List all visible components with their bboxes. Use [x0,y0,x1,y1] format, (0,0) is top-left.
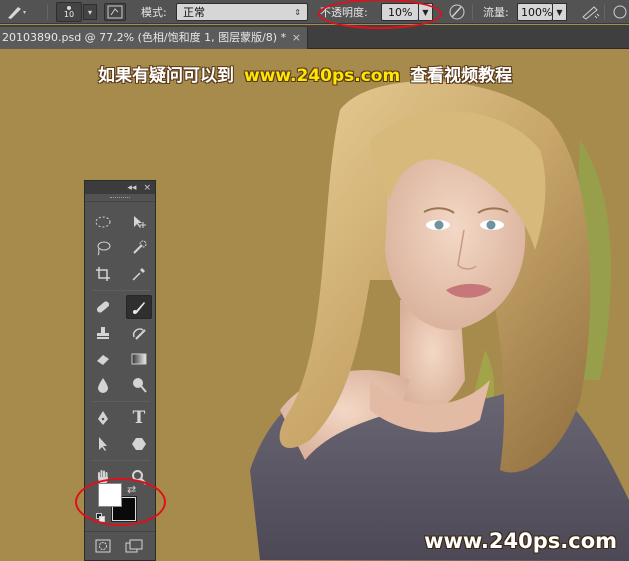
swap-colors-icon[interactable]: ⇄ [127,483,136,496]
brush-size-value: 10 [63,10,75,19]
quick-selection-tool[interactable] [126,236,152,260]
shape-tool[interactable] [126,432,152,456]
pen-icon [98,411,108,425]
history-brush-icon [132,328,146,340]
tools-panel: ◂◂ × T ⇄ [84,180,156,561]
move-icon [134,216,146,228]
flow-dropdown-arrow[interactable]: ▼ [553,3,567,21]
dodge-icon [133,378,147,393]
close-panel-icon[interactable]: × [143,183,151,193]
tutorial-banner: 如果有疑问可以到 www.240ps.com 查看视频教程 [98,61,512,86]
brush-panel-toggle[interactable] [104,3,126,21]
move-tool[interactable] [126,210,152,234]
blend-mode-value: 正常 [183,6,205,19]
banner-url: www.240ps.com [244,66,401,86]
healing-brush-icon [96,301,110,313]
gradient-icon [131,353,147,365]
eraser-tool[interactable] [90,347,116,371]
eyedropper-tool[interactable] [126,262,152,286]
portrait-photo [250,81,629,561]
healing-brush-tool[interactable] [90,295,116,319]
type-icon: T [132,408,146,428]
updown-arrows-icon: ⇕ [294,7,301,17]
path-selection-icon [99,437,107,451]
lasso-icon [97,241,111,256]
opacity-value: 10% [388,5,413,19]
pressure-size-toggle[interactable] [612,3,628,21]
gradient-tool[interactable] [126,347,152,371]
default-colors-icon[interactable] [96,513,105,522]
dodge-tool[interactable] [126,373,152,397]
opacity-field[interactable]: 10% [381,3,419,21]
pen-tool[interactable] [90,406,116,430]
pressure-pen-icon [449,4,465,20]
lasso-tool[interactable] [90,236,116,260]
brush-size-picker[interactable]: 10 [56,2,82,22]
mode-label: 模式: [141,6,167,19]
type-tool[interactable]: T [126,406,152,430]
marquee-icon [95,216,111,228]
quick-mask-button[interactable] [95,538,111,557]
site-watermark: www.240ps.com [424,529,617,553]
flow-value: 100% [521,5,553,19]
opacity-label: 不透明度: [320,6,368,19]
foreground-color-swatch[interactable] [98,483,122,507]
clone-stamp-tool[interactable] [90,321,116,345]
history-brush-tool[interactable] [126,321,152,345]
quick-selection-icon [133,240,147,254]
document-tab-title: 20103890.psd @ 77.2% (色相/饱和度 1, 图层蒙版/8) … [2,31,287,44]
brush-size-dropdown-arrow[interactable]: ▾ [83,4,97,20]
blur-tool[interactable] [90,373,116,397]
eyedropper-icon [132,268,145,281]
brush-icon [133,302,145,314]
options-bar: 10 ▾ 模式: 正常 ⇕ 不透明度: 10% ▼ 流量: 100% ▼ [0,0,629,24]
tool-preset-picker[interactable] [4,3,28,21]
blend-mode-select[interactable]: 正常 ⇕ [176,3,308,21]
pressure-size-icon [613,5,627,19]
flow-field[interactable]: 100% [517,3,553,21]
airbrush-icon [582,6,600,20]
brush-panel-icon [107,5,123,19]
pressure-opacity-toggle[interactable] [447,3,467,21]
screen-mode-icon [125,539,143,553]
tools-panel-header[interactable]: ◂◂ × [85,181,155,194]
airbrush-toggle[interactable] [580,3,600,21]
flow-label: 流量: [483,6,509,19]
document-tab-bar: 20103890.psd @ 77.2% (色相/饱和度 1, 图层蒙版/8) … [0,25,629,49]
shape-icon [132,438,146,450]
crop-icon [96,267,110,281]
screen-mode-button[interactable] [125,538,143,557]
clone-stamp-icon [97,327,109,339]
collapse-panel-icon[interactable]: ◂◂ [127,183,136,193]
quick-mask-icon [95,539,111,553]
path-selection-tool[interactable] [90,432,116,456]
panel-grip[interactable] [85,194,155,202]
marquee-tool[interactable] [90,210,116,234]
document-tab[interactable]: 20103890.psd @ 77.2% (色相/饱和度 1, 图层蒙版/8) … [0,27,308,49]
tab-close-icon[interactable]: × [292,27,301,49]
crop-tool[interactable] [90,262,116,286]
banner-text-left: 如果有疑问可以到 [98,66,234,86]
opacity-dropdown-arrow[interactable]: ▼ [419,3,433,21]
banner-text-right: 查看视频教程 [410,66,513,86]
color-swatches: ⇄ [95,483,145,527]
brush-tool[interactable] [126,295,152,319]
eraser-icon [97,355,109,365]
brush-tool-icon [8,7,26,19]
blur-icon [98,378,108,393]
tool-grid: T [90,209,152,490]
